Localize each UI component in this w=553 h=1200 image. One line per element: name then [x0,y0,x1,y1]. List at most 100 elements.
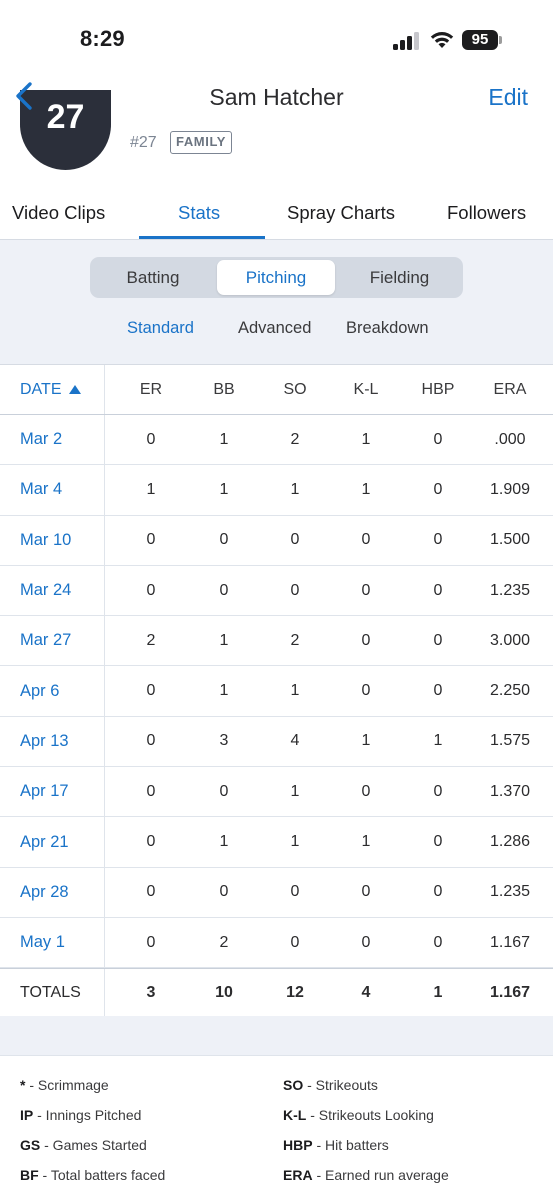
column-header-kl[interactable]: K-L [331,365,401,414]
cell-kl: 0 [361,782,371,800]
cell-hbp: 0 [433,581,443,599]
cell-hbp: 0 [433,782,443,800]
cell-er: 0 [146,732,156,750]
cell-era: 2.250 [489,682,531,700]
cell-hbp: 0 [433,883,443,901]
edit-button[interactable]: Edit [488,84,528,111]
legend-item: ERA - Earned run average [283,1167,449,1183]
sort-ascending-icon [69,385,82,394]
table-row: Apr 6 0 1 1 0 0 2.250 [0,666,553,717]
cell-hbp: 0 [433,531,443,549]
cellular-signal-icon [393,32,421,50]
cell-kl: 0 [361,631,371,649]
cell-era: 1.909 [489,480,531,498]
totals-label: TOTALS [0,969,105,1018]
cell-era: 1.235 [489,883,531,901]
row-date-link[interactable]: Mar 24 [0,565,105,616]
cell-era: 1.235 [489,581,531,599]
cell-hbp: 0 [433,480,443,498]
column-header-era[interactable]: ERA [472,365,548,414]
column-header-date[interactable]: DATE [0,365,105,414]
table-row: Apr 21 0 1 1 1 0 1.286 [0,817,553,868]
cell-so: 2 [290,631,300,649]
cell-kl: 0 [361,933,371,951]
cell-kl: 0 [361,682,371,700]
cell-hbp: 0 [433,430,443,448]
tab-stats[interactable]: Stats [178,202,220,224]
family-badge: FAMILY [170,131,233,154]
totals-er: 3 [146,984,156,1002]
tab-followers[interactable]: Followers [447,202,526,224]
cell-so: 2 [290,430,300,448]
row-date-link[interactable]: Mar 2 [0,415,105,465]
legend-item: GS - Games Started [20,1137,147,1153]
cell-er: 2 [146,631,156,649]
cell-era: 1.370 [489,782,531,800]
segment-pitching[interactable]: Pitching [217,260,335,295]
cell-so: 0 [290,531,300,549]
row-date-link[interactable]: Apr 17 [0,767,105,817]
cell-kl: 0 [361,531,371,549]
legend-item: IP - Innings Pitched [20,1107,142,1123]
cell-kl: 1 [361,430,371,448]
cell-bb: 0 [219,581,229,599]
table-row: Mar 27 2 1 2 0 0 3.000 [0,616,553,667]
segment-fielding[interactable]: Fielding [339,260,460,295]
cell-er: 0 [146,933,156,951]
cell-hbp: 0 [433,833,443,851]
row-date-link[interactable]: May 1 [0,917,105,968]
table-row: Mar 24 0 0 0 0 0 1.235 [0,565,553,617]
status-time: 8:29 [80,26,125,51]
row-date-link[interactable]: Apr 6 [0,666,105,716]
cell-kl: 0 [361,883,371,901]
navigation-bar: Sam Hatcher Edit [0,72,553,122]
stats-legend: * - Scrimmage SO - Strikeouts IP - Innin… [0,1057,553,1200]
cell-hbp: 0 [433,631,443,649]
legend-item: BF - Total batters faced [20,1167,166,1183]
battery-nub [499,36,502,44]
cell-er: 0 [146,581,156,599]
cell-kl: 1 [361,833,371,851]
table-row: Apr 28 0 0 0 0 0 1.235 [0,867,553,918]
cell-bb: 1 [219,682,229,700]
totals-era: 1.167 [489,984,531,1002]
cell-hbp: 0 [433,933,443,951]
row-date-link[interactable]: Apr 13 [0,716,105,767]
row-date-link[interactable]: Apr 21 [0,817,105,867]
profile-tabs: Video Clips Stats Spray Charts Followers [0,184,553,240]
tab-video-clips[interactable]: Video Clips [12,202,105,224]
totals-bb: 10 [215,984,233,1002]
cell-er: 0 [146,682,156,700]
cell-so: 1 [290,480,300,498]
view-standard[interactable]: Standard [127,319,194,338]
table-row: Mar 10 0 0 0 0 0 1.500 [0,515,553,566]
table-row: May 1 0 2 0 0 0 1.167 [0,917,553,969]
row-date-link[interactable]: Mar 4 [0,465,105,515]
cell-era: 3.000 [489,631,531,649]
column-header-hbp[interactable]: HBP [403,365,473,414]
column-header-bb[interactable]: BB [189,365,259,414]
row-date-link[interactable]: Apr 28 [0,867,105,917]
stat-category-segmented-control: Batting Pitching Fielding [90,257,463,298]
active-tab-indicator [139,236,265,239]
view-advanced[interactable]: Advanced [238,319,311,338]
cell-so: 0 [290,883,300,901]
row-date-link[interactable]: Mar 10 [0,515,105,565]
row-date-link[interactable]: Mar 27 [0,616,105,666]
tab-spray-charts[interactable]: Spray Charts [287,202,395,224]
cell-bb: 0 [219,782,229,800]
cell-er: 0 [146,833,156,851]
legend-item: * - Scrimmage [20,1077,109,1093]
stats-filter-panel: Batting Pitching Fielding Standard Advan… [0,240,553,365]
cell-era: 1.500 [489,531,531,549]
segment-batting[interactable]: Batting [93,260,213,295]
column-header-so[interactable]: SO [260,365,330,414]
column-header-er[interactable]: ER [118,365,184,414]
cell-era: 1.167 [489,933,531,951]
table-row: Mar 4 1 1 1 1 0 1.909 [0,465,553,516]
cell-kl: 1 [361,480,371,498]
totals-so: 12 [286,984,304,1002]
view-breakdown[interactable]: Breakdown [346,319,429,338]
cell-so: 4 [290,732,300,750]
section-divider [0,1016,553,1056]
